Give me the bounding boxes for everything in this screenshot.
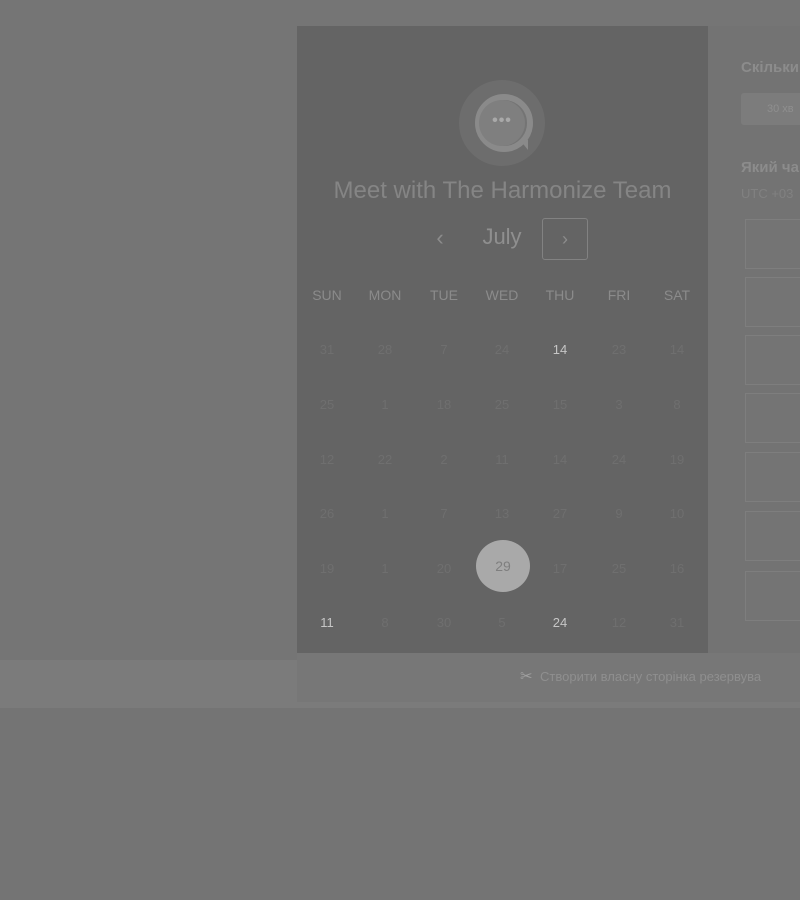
- calendar-date: 28: [377, 342, 393, 357]
- chevron-right-icon[interactable]: ›: [542, 218, 588, 260]
- calendar-date: 30: [436, 615, 452, 630]
- calendar-date: 1: [381, 561, 389, 576]
- booking-widget: ••• Meet with The Harmonize Team ‹ July …: [297, 26, 800, 702]
- calendar-date: 10: [669, 506, 685, 521]
- calendar-date: 14: [552, 452, 568, 467]
- calendar-date: 5: [498, 615, 506, 630]
- calendar-panel: ••• Meet with The Harmonize Team ‹ July …: [297, 26, 708, 653]
- calendar-date: 25: [611, 561, 627, 576]
- calendar-date: 15: [552, 397, 568, 412]
- chat-tail-icon: [520, 140, 528, 150]
- calendar-date: 12: [319, 452, 335, 467]
- calendar-date: 23: [611, 342, 627, 357]
- time-label: Який ча: [741, 159, 799, 176]
- duration-label: Скільки: [741, 59, 799, 76]
- weekday-label: TUE: [430, 287, 458, 303]
- month-navigation: ‹ July ›: [297, 218, 708, 262]
- calendar-date: 8: [673, 397, 681, 412]
- create-booking-page-link[interactable]: Створити власну сторінка резервува: [540, 669, 761, 684]
- available-date[interactable]: 11: [298, 615, 356, 635]
- chevron-left-icon[interactable]: ‹: [430, 222, 450, 254]
- time-slot[interactable]: [745, 452, 800, 502]
- calendar-date: 1: [381, 397, 389, 412]
- weekday-label: FRI: [607, 287, 631, 303]
- calendar-date: 26: [319, 506, 335, 521]
- chat-bubble-icon: •••: [479, 100, 525, 146]
- weekday-label: SUN: [312, 287, 342, 303]
- time-slot[interactable]: [745, 511, 800, 561]
- calendar-date: 20: [436, 561, 452, 576]
- calendar-date: 27: [552, 506, 568, 521]
- calendar-date: 22: [377, 452, 393, 467]
- footer-bar: ✂ Створити власну сторінка резервува: [297, 653, 800, 702]
- calendar-date: 25: [319, 397, 335, 412]
- available-date[interactable]: 24: [531, 615, 589, 635]
- calendar-date: 7: [440, 506, 448, 521]
- calendar-date: 7: [440, 342, 448, 357]
- weekday-label: MON: [368, 287, 402, 303]
- calendar-date: 1: [381, 506, 389, 521]
- page-title: Meet with The Harmonize Team: [333, 177, 672, 204]
- calendar-date: 16: [669, 561, 685, 576]
- calendar-date: 31: [669, 615, 685, 630]
- selected-date[interactable]: 29: [476, 540, 530, 592]
- calendar-date: 17: [552, 561, 568, 576]
- time-slot[interactable]: [745, 335, 800, 385]
- scissors-icon: ✂: [520, 668, 533, 685]
- team-logo: •••: [459, 80, 545, 166]
- weekday-label: WED: [485, 287, 519, 303]
- duration-button[interactable]: 30 хв: [741, 93, 800, 125]
- time-slot[interactable]: [745, 393, 800, 443]
- weekday-label: SAT: [663, 287, 691, 303]
- calendar-date: 19: [669, 452, 685, 467]
- calendar-date: 11: [495, 452, 509, 467]
- calendar-date: 31: [319, 342, 335, 357]
- available-date[interactable]: 14: [531, 342, 589, 362]
- month-label: July: [482, 224, 522, 249]
- calendar-date: 14: [669, 342, 685, 357]
- calendar-date: 3: [615, 397, 623, 412]
- calendar-date: 8: [381, 615, 389, 630]
- time-panel: Скільки 30 хв Який ча UTC +03: [708, 26, 800, 653]
- calendar-date: 24: [611, 452, 627, 467]
- time-slot[interactable]: [745, 571, 800, 621]
- calendar-date: 12: [611, 615, 627, 630]
- calendar-date: 18: [436, 397, 452, 412]
- calendar-date: 25: [494, 397, 510, 412]
- timezone-label: UTC +03: [741, 186, 794, 201]
- weekday-label: THU: [545, 287, 575, 303]
- calendar-date: 19: [319, 561, 335, 576]
- time-slot[interactable]: [745, 277, 800, 327]
- calendar-date: 24: [494, 342, 510, 357]
- time-slot[interactable]: [745, 219, 800, 269]
- calendar-date: 9: [615, 506, 623, 521]
- calendar-date: 13: [494, 506, 510, 521]
- calendar-date: 2: [440, 452, 448, 467]
